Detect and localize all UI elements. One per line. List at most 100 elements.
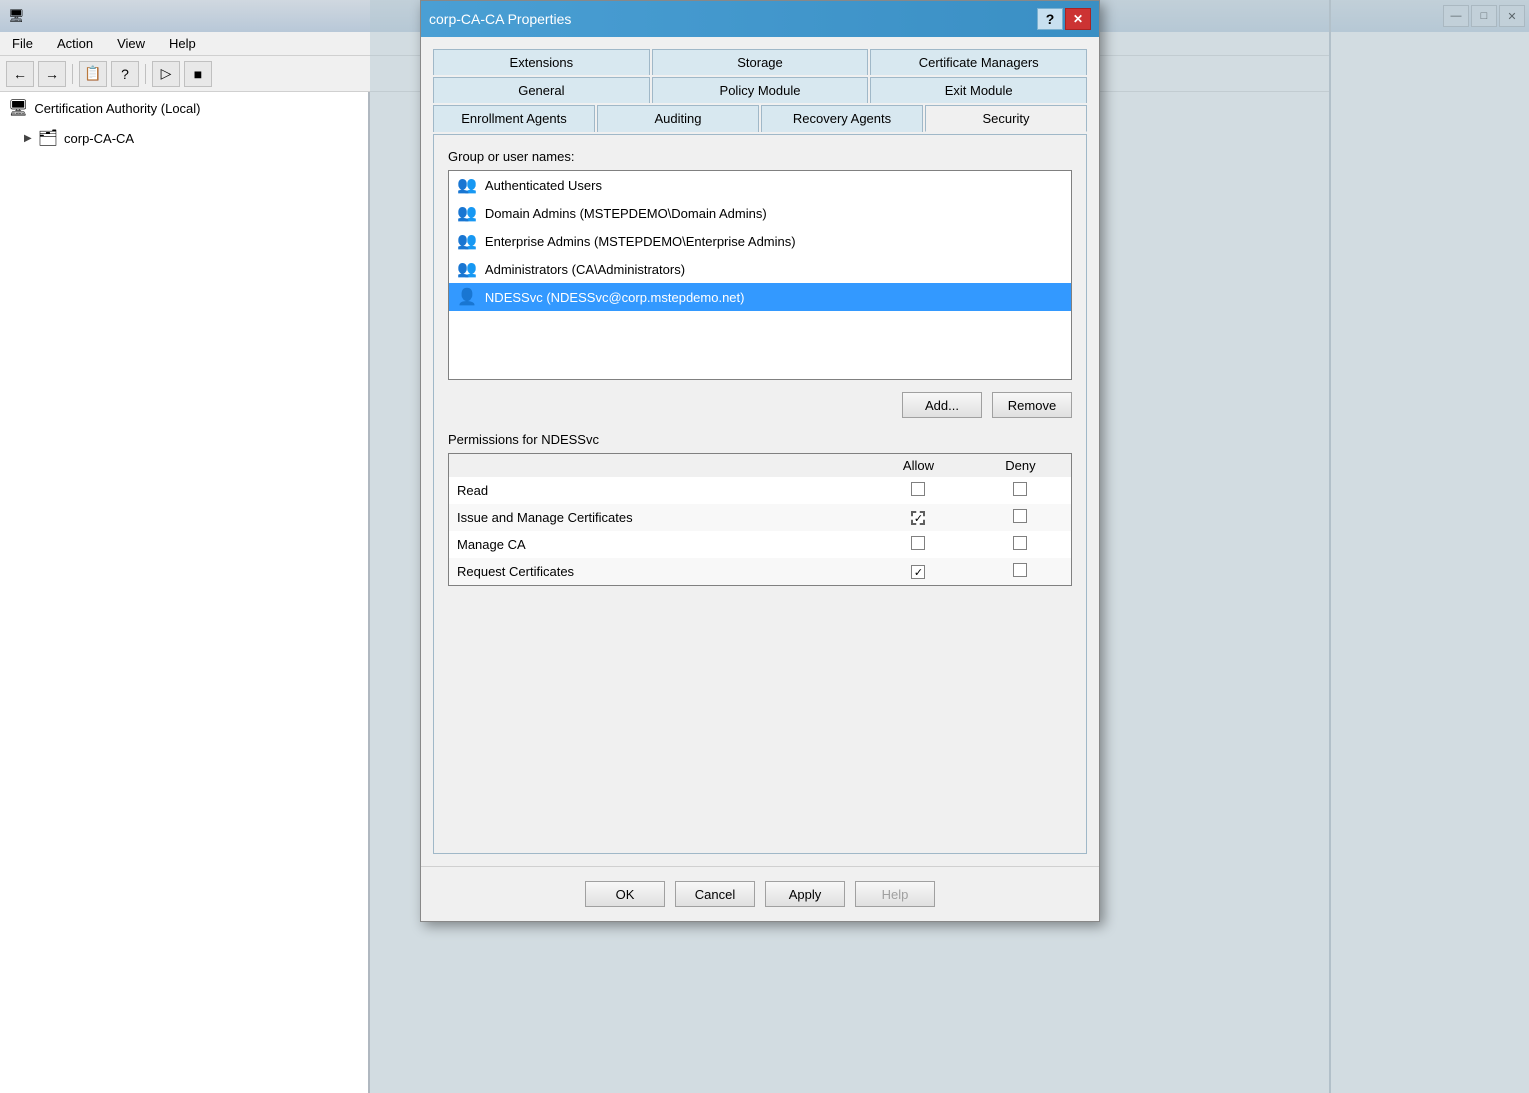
checkbox-read-deny[interactable] (1013, 482, 1027, 496)
cancel-button[interactable]: Cancel (675, 881, 755, 907)
perm-allow-request[interactable]: ✓ (867, 558, 970, 585)
user-name-1: Domain Admins (MSTEPDEMO\Domain Admins) (485, 206, 767, 221)
tab-auditing[interactable]: Auditing (597, 105, 759, 132)
users-list[interactable]: 👥 Authenticated Users 👥 Domain Admins (M… (448, 170, 1072, 380)
menu-action[interactable]: Action (53, 34, 97, 53)
tab-extensions[interactable]: Extensions (433, 49, 650, 75)
perm-row-manageca: Manage CA (449, 531, 1071, 558)
tab-enrollment-agents[interactable]: Enrollment Agents (433, 105, 595, 132)
tab-row-3: Enrollment Agents Auditing Recovery Agen… (433, 105, 1087, 132)
user-name-0: Authenticated Users (485, 178, 602, 193)
checkbox-request-deny[interactable] (1013, 563, 1027, 577)
tree-root-icon: 🖥 (8, 98, 28, 118)
user-icon-4: 👤 (457, 287, 477, 307)
tree-root[interactable]: 🖥 Certification Authority (Local) (0, 92, 368, 124)
tabs-container: Extensions Storage Certificate Managers … (433, 49, 1087, 132)
checkbox-read-allow[interactable] (911, 482, 925, 496)
perm-deny-manageca[interactable] (970, 531, 1071, 558)
perm-name-issue: Issue and Manage Certificates (449, 504, 867, 531)
perm-col-allow: Allow (867, 454, 970, 477)
copy-btn[interactable]: 📋 (79, 61, 107, 87)
tree-child-icon: 🗂 (38, 128, 58, 148)
forward-btn[interactable]: → (38, 61, 66, 87)
perm-allow-read[interactable] (867, 477, 970, 504)
app-icon: 🖥 (8, 8, 25, 24)
dialog: corp-CA-CA Properties ? ✕ Extensions Sto… (420, 0, 1100, 922)
user-icon-2: 👥 (457, 231, 477, 251)
dialog-content: Extensions Storage Certificate Managers … (421, 37, 1099, 866)
modal-overlay: corp-CA-CA Properties ? ✕ Extensions Sto… (370, 0, 1529, 1093)
dialog-title-controls: ? ✕ (1037, 8, 1091, 30)
remove-btn[interactable]: Remove (992, 392, 1072, 418)
left-panel: 🖥 Certification Authority (Local) ▶ 🗂 co… (0, 92, 370, 1093)
play-btn[interactable]: ▷ (152, 61, 180, 87)
tab-policy-module[interactable]: Policy Module (652, 77, 869, 103)
user-icon-0: 👥 (457, 175, 477, 195)
sep2 (145, 64, 146, 84)
permissions-label: Permissions for NDESSvc (448, 432, 1072, 447)
help-button: Help (855, 881, 935, 907)
tab-exit-module[interactable]: Exit Module (870, 77, 1087, 103)
permissions-table: Allow Deny Read (448, 453, 1072, 586)
perm-name-read: Read (449, 477, 867, 504)
dialog-title: corp-CA-CA Properties (429, 11, 571, 27)
apply-button[interactable]: Apply (765, 881, 845, 907)
checkbox-request-allow[interactable]: ✓ (911, 565, 925, 579)
user-item-4[interactable]: 👤 NDESSvc (NDESSvc@corp.mstepdemo.net) (449, 283, 1071, 311)
tree-child-ca[interactable]: ▶ 🗂 corp-CA-CA (0, 124, 368, 152)
user-item-2[interactable]: 👥 Enterprise Admins (MSTEPDEMO\Enterpris… (449, 227, 1071, 255)
tab-security[interactable]: Security (925, 105, 1087, 132)
help-btn[interactable]: ? (111, 61, 139, 87)
perm-deny-issue[interactable] (970, 504, 1071, 531)
dialog-close-btn[interactable]: ✕ (1065, 8, 1091, 30)
perm-name-request: Request Certificates (449, 558, 867, 585)
menu-file[interactable]: File (8, 34, 37, 53)
tab-row-1: Extensions Storage Certificate Managers (433, 49, 1087, 75)
tab-certificate-managers[interactable]: Certificate Managers (870, 49, 1087, 75)
dialog-footer: OK Cancel Apply Help (421, 866, 1099, 921)
perm-name-manageca: Manage CA (449, 531, 867, 558)
tree-child-label: corp-CA-CA (64, 131, 134, 146)
user-icon-1: 👥 (457, 203, 477, 223)
dialog-titlebar: corp-CA-CA Properties ? ✕ (421, 1, 1099, 37)
add-remove-row: Add... Remove (448, 392, 1072, 418)
stop-btn[interactable]: ■ (184, 61, 212, 87)
tree-root-label: Certification Authority (Local) (34, 101, 200, 116)
user-name-4: NDESSvc (NDESSvc@corp.mstepdemo.net) (485, 290, 745, 305)
menu-view[interactable]: View (113, 34, 149, 53)
menu-help[interactable]: Help (165, 34, 200, 53)
perm-deny-request[interactable] (970, 558, 1071, 585)
tab-general[interactable]: General (433, 77, 650, 103)
perm-allow-issue[interactable]: ✓ (867, 504, 970, 531)
add-btn[interactable]: Add... (902, 392, 982, 418)
checkbox-issue-deny[interactable] (1013, 509, 1027, 523)
checkbox-manageca-deny[interactable] (1013, 536, 1027, 550)
tab-recovery-agents[interactable]: Recovery Agents (761, 105, 923, 132)
perm-col-deny: Deny (970, 454, 1071, 477)
tab-storage[interactable]: Storage (652, 49, 869, 75)
user-item-0[interactable]: 👥 Authenticated Users (449, 171, 1071, 199)
ok-button[interactable]: OK (585, 881, 665, 907)
checkbox-manageca-allow[interactable] (911, 536, 925, 550)
titlebar-left: 🖥 (8, 8, 25, 24)
user-item-1[interactable]: 👥 Domain Admins (MSTEPDEMO\Domain Admins… (449, 199, 1071, 227)
tab-content-security: Group or user names: 👥 Authenticated Use… (433, 134, 1087, 854)
user-name-3: Administrators (CA\Administrators) (485, 262, 685, 277)
perm-row-request: Request Certificates ✓ (449, 558, 1071, 585)
perm-row-issue: Issue and Manage Certificates ✓ (449, 504, 1071, 531)
expand-arrow[interactable]: ▶ (24, 133, 32, 144)
tab-row-2: General Policy Module Exit Module (433, 77, 1087, 103)
user-icon-3: 👥 (457, 259, 477, 279)
user-item-3[interactable]: 👥 Administrators (CA\Administrators) (449, 255, 1071, 283)
back-btn[interactable]: ← (6, 61, 34, 87)
sep1 (72, 64, 73, 84)
group-user-label: Group or user names: (448, 149, 1072, 164)
main-window: 🖥 — □ ✕ File Action View Help ← → 📋 ? ▷ … (0, 0, 1529, 1093)
checkbox-issue-allow[interactable]: ✓ (911, 511, 925, 525)
perm-row-read: Read (449, 477, 1071, 504)
dialog-help-btn[interactable]: ? (1037, 8, 1063, 30)
perm-col-name (449, 454, 867, 477)
perm-deny-read[interactable] (970, 477, 1071, 504)
user-name-2: Enterprise Admins (MSTEPDEMO\Enterprise … (485, 234, 796, 249)
perm-allow-manageca[interactable] (867, 531, 970, 558)
